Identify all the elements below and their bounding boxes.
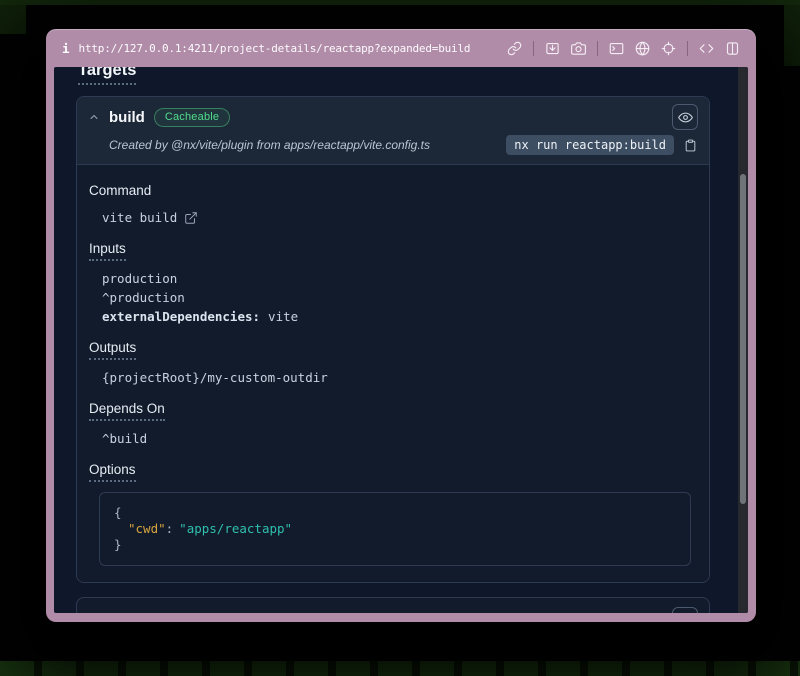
target-name: build [109,109,145,126]
build-target-header: build Cacheable Created by @nx/vite/plug… [77,97,709,165]
scrollbar-thumb[interactable] [740,174,746,504]
toolbar-divider [687,41,688,56]
outputs-section-label[interactable]: Outputs [89,340,136,360]
json-key: "cwd" [128,521,166,536]
desktop-background-corner-left [0,0,26,34]
eye-icon [678,110,693,125]
project-details-page: Targets build Cacheable Created by @nx/v… [54,67,738,613]
outputs-list: {projectRoot}/my-custom-outdir [102,368,693,387]
json-property-line: "cwd": "apps/reactapp" [114,521,676,537]
build-target-title-row[interactable]: build Cacheable [88,104,698,130]
link-icon[interactable] [507,41,522,56]
toolbar-divider [597,41,598,56]
inputs-section-label[interactable]: Inputs [89,241,126,261]
page-content: Targets build Cacheable Created by @nx/v… [54,67,748,613]
scrollbar-track[interactable] [738,67,748,613]
input-item: externalDependencies: vite [102,307,693,326]
crosshair-icon[interactable] [661,41,676,56]
command-section-label: Command [89,183,151,198]
view-target-graph-button[interactable] [672,104,698,130]
json-open-brace: { [114,505,676,521]
command-value: vite build [102,208,177,227]
depends-on-item: ^build [102,429,693,448]
desktop-background-bottom [0,661,800,676]
command-value-row: vite build [102,208,693,227]
build-target-card: build Cacheable Created by @nx/vite/plug… [76,96,710,583]
serve-target-card: serve vite serve [76,597,710,613]
toolbar-divider [533,41,534,56]
targets-heading[interactable]: Targets [78,67,136,85]
output-item: {projectRoot}/my-custom-outdir [102,368,693,387]
input-item: production [102,269,693,288]
view-target-graph-button[interactable] [672,607,698,613]
code-icon[interactable] [699,41,714,56]
camera-icon[interactable] [571,41,586,56]
info-icon: i [62,41,70,56]
input-dependency-value: vite [268,309,298,324]
created-by-text: Created by @nx/vite/plugin from apps/rea… [109,138,430,152]
desktop-background-corner-right [784,4,800,66]
build-target-meta-row: Created by @nx/vite/plugin from apps/rea… [88,135,698,155]
browser-window: i http://127.0.0.1:4211/project-details/… [46,29,756,622]
cacheable-badge: Cacheable [154,108,230,127]
input-dependency-key: externalDependencies: [102,309,260,324]
external-link-icon[interactable] [184,211,198,225]
copy-command-button[interactable] [682,137,698,153]
json-close-brace: } [114,537,676,553]
targets-heading-wrap: Targets [78,67,738,85]
serve-target-title-row[interactable]: serve vite serve [77,598,709,613]
json-value: "apps/reactapp" [179,521,292,536]
browser-toolbar: i http://127.0.0.1:4211/project-details/… [54,29,748,67]
run-command-chip: nx run reactapp:build [506,135,674,155]
split-panel-icon[interactable] [725,41,740,56]
desktop-background-top [0,0,800,5]
options-json-viewer: { "cwd": "apps/reactapp" } [99,492,691,566]
address-url[interactable]: http://127.0.0.1:4211/project-details/re… [79,42,471,55]
input-item: ^production [102,288,693,307]
terminal-icon[interactable] [609,41,624,56]
target-name: serve [109,612,148,614]
options-section-label[interactable]: Options [89,462,136,482]
download-tray-icon[interactable] [545,41,560,56]
eye-icon [678,613,693,614]
json-colon: : [166,521,174,536]
depends-on-list: ^build [102,429,693,448]
inputs-list: production ^production externalDependenc… [102,269,693,326]
globe-icon[interactable] [635,41,650,56]
toolbar-icon-group [507,41,740,56]
clipboard-icon [684,139,697,152]
depends-on-section-label[interactable]: Depends On [89,401,165,421]
chevron-up-icon[interactable] [88,111,100,123]
build-target-body: Command vite build Inputs production ^pr… [77,165,709,582]
